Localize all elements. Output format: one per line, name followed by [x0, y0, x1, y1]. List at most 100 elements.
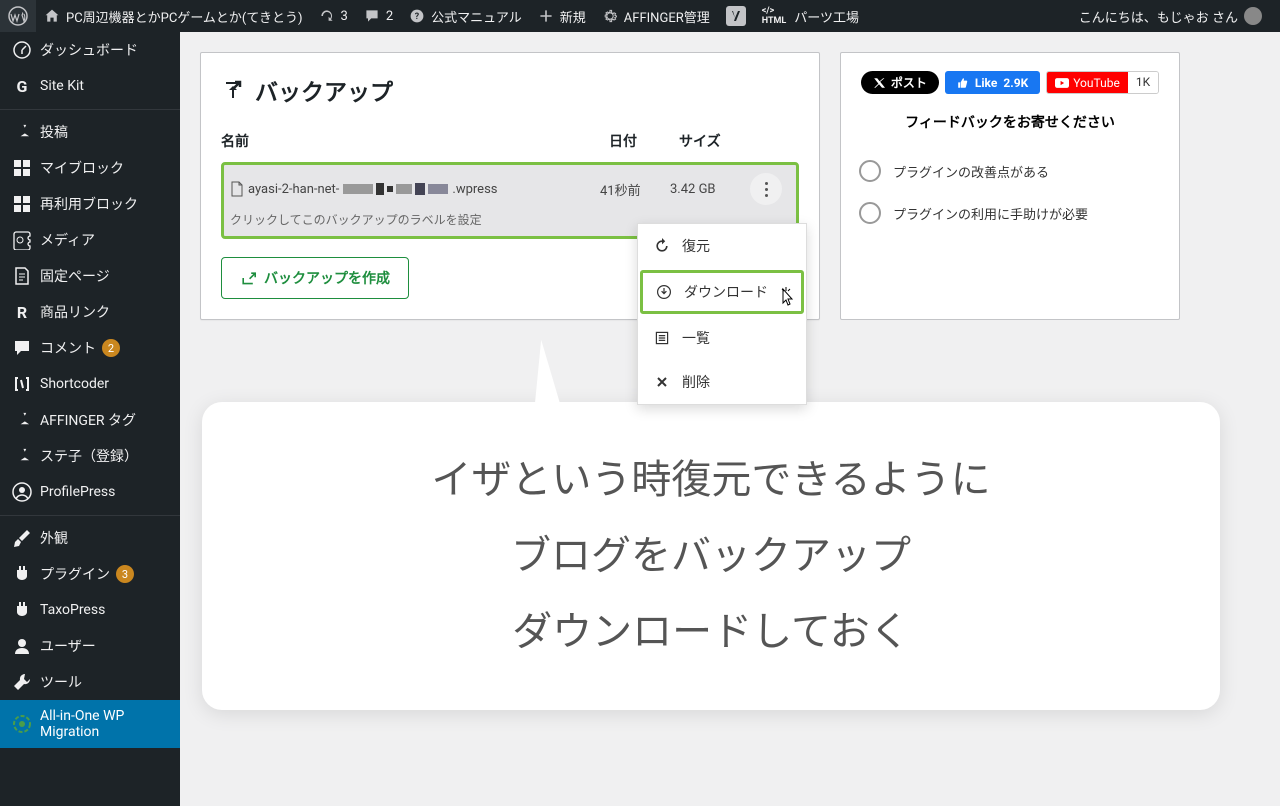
- greeting-text: こんにちは、もじゃお さん: [1079, 7, 1238, 26]
- sidebar-item-label: Shortcoder: [40, 376, 109, 392]
- x-icon: [873, 77, 885, 89]
- backup-size: 3.42 GB: [670, 182, 750, 197]
- sidebar-item-label: ダッシュボード: [40, 40, 138, 60]
- count-badge: 2: [102, 339, 120, 357]
- sidebar-item-20[interactable]: All-in-One WP Migration: [0, 700, 180, 748]
- R-icon: R: [12, 302, 32, 322]
- col-date: 日付: [609, 131, 679, 151]
- sidebar-item-10[interactable]: Shortcoder: [0, 366, 180, 402]
- svg-text:?: ?: [415, 12, 420, 22]
- users-icon: [12, 636, 32, 656]
- manual-link[interactable]: ? 公式マニュアル: [401, 0, 530, 32]
- radio-icon: [859, 160, 881, 182]
- export-icon: [221, 78, 245, 102]
- sidebar-item-label: ユーザー: [40, 636, 96, 656]
- plugin-icon: [12, 600, 32, 620]
- refresh-icon: [319, 8, 335, 24]
- admin-sidebar: ダッシュボード G Site Kit 投稿マイブロック再利用ブロックメディア固定ページ…: [0, 32, 180, 806]
- table-header: 名前 日付 サイズ: [221, 125, 799, 158]
- html-icon: </>HTML: [762, 6, 787, 26]
- create-backup-button[interactable]: バックアップを作成: [221, 257, 409, 299]
- grid-icon: [12, 158, 32, 178]
- sidebar-item-12[interactable]: ステ子（登録）: [0, 438, 180, 474]
- sidebar-item-13[interactable]: ProfilePress: [0, 474, 180, 510]
- home-link[interactable]: PC周辺機器とかPCゲームとか(てきとう): [36, 0, 311, 32]
- svg-text:G: G: [17, 77, 28, 96]
- help-icon: ?: [409, 8, 425, 24]
- sidebar-item-label: メディア: [40, 230, 95, 250]
- account-link[interactable]: こんにちは、もじゃお さん: [1071, 0, 1270, 32]
- dashboard-icon: [12, 40, 32, 60]
- youtube-count: 1K: [1128, 72, 1158, 93]
- youtube-button[interactable]: YouTube 1K: [1046, 71, 1159, 94]
- radio-icon: [859, 202, 881, 224]
- callout-line3: ダウンロードしておく: [512, 608, 910, 655]
- plus-icon: [538, 8, 554, 24]
- fb-like-button[interactable]: Like 2.9K: [945, 71, 1040, 94]
- sidebar-item-label: AFFINGER タグ: [40, 410, 136, 430]
- feedback-title: フィードバックをお寄せください: [859, 112, 1161, 132]
- menu-restore[interactable]: 復元: [638, 224, 806, 268]
- updates-count: 3: [341, 9, 348, 24]
- home-icon: [44, 8, 60, 24]
- wp-logo[interactable]: [0, 0, 36, 32]
- yoast-link[interactable]: [718, 0, 754, 32]
- menu-delete[interactable]: 削除: [638, 360, 806, 404]
- backup-row[interactable]: ayasi-2-han-net- .wpress 41秒前 3.42 GB: [230, 173, 790, 205]
- comments-link[interactable]: 2: [356, 0, 401, 32]
- callout-line2: ブログをバックアップ: [511, 532, 911, 579]
- sidebar-item-label: 商品リンク: [40, 302, 110, 322]
- count-badge: 3: [116, 565, 134, 583]
- sidebar-item-18[interactable]: ユーザー: [0, 628, 180, 664]
- sidebar-item-label: Site Kit: [40, 78, 84, 94]
- menu-list[interactable]: 一覧: [638, 316, 806, 360]
- sidebar-item-17[interactable]: TaxoPress: [0, 592, 180, 628]
- sidebar-item-7[interactable]: 固定ページ: [0, 258, 180, 294]
- thumbs-up-icon: [957, 77, 969, 89]
- filename-suffix: .wpress: [452, 182, 497, 197]
- sidebar-item-label: マイブロック: [40, 158, 124, 178]
- sidebar-item-19[interactable]: ツール: [0, 664, 180, 700]
- sidebar-item-15[interactable]: 外観: [0, 520, 180, 556]
- more-button[interactable]: [750, 173, 782, 205]
- parts-link[interactable]: </>HTML パーツ工場: [754, 0, 867, 32]
- youtube-icon: [1055, 78, 1069, 88]
- comments-count: 2: [386, 9, 393, 24]
- sidebar-item-label: 外観: [40, 528, 68, 548]
- plugin-icon: [12, 564, 32, 584]
- sidebar-item-label: プラグイン: [40, 564, 110, 584]
- col-name: 名前: [221, 131, 609, 151]
- media-icon: [12, 230, 32, 250]
- feedback-option-2[interactable]: プラグインの利用に手助けが必要: [859, 192, 1161, 234]
- sidebar-item-16[interactable]: プラグイン 3: [0, 556, 180, 592]
- sidebar-item-4[interactable]: マイブロック: [0, 150, 180, 186]
- x-post-button[interactable]: ポスト: [861, 71, 939, 94]
- sidebar-item-label: コメント: [40, 338, 96, 358]
- col-size: サイズ: [679, 131, 759, 151]
- updates-link[interactable]: 3: [311, 0, 356, 32]
- sidebar-item-label: ツール: [40, 672, 82, 692]
- sidebar-item-11[interactable]: AFFINGER タグ: [0, 402, 180, 438]
- sidebar-item-6[interactable]: メディア: [0, 222, 180, 258]
- affinger-link[interactable]: AFFINGER管理: [594, 0, 718, 32]
- delete-icon: [654, 374, 670, 390]
- sidebar-item-8[interactable]: R 商品リンク: [0, 294, 180, 330]
- shortcoder-icon: [12, 374, 32, 394]
- new-link[interactable]: 新規: [530, 0, 594, 32]
- feedback-option-1[interactable]: プラグインの改善点がある: [859, 150, 1161, 192]
- feedback-panel: ポスト Like 2.9K YouTube 1K フィードバックをお寄せください: [840, 52, 1180, 320]
- sidebar-item-label: 固定ページ: [40, 266, 110, 286]
- sitekit-icon: G: [12, 76, 32, 96]
- page-icon: [12, 266, 32, 286]
- cursor-icon: [777, 287, 797, 311]
- restore-icon: [654, 238, 670, 254]
- pin-icon: [12, 122, 32, 142]
- sidebar-item-0[interactable]: ダッシュボード: [0, 32, 180, 68]
- sidebar-item-9[interactable]: コメント 2: [0, 330, 180, 366]
- sidebar-item-3[interactable]: 投稿: [0, 114, 180, 150]
- callout-line1: イザという時復元できるように: [431, 456, 990, 503]
- sidebar-item-5[interactable]: 再利用ブロック: [0, 186, 180, 222]
- sidebar-item-1[interactable]: G Site Kit: [0, 68, 180, 104]
- avatar: [1244, 7, 1262, 25]
- filename-redacted: [343, 183, 448, 195]
